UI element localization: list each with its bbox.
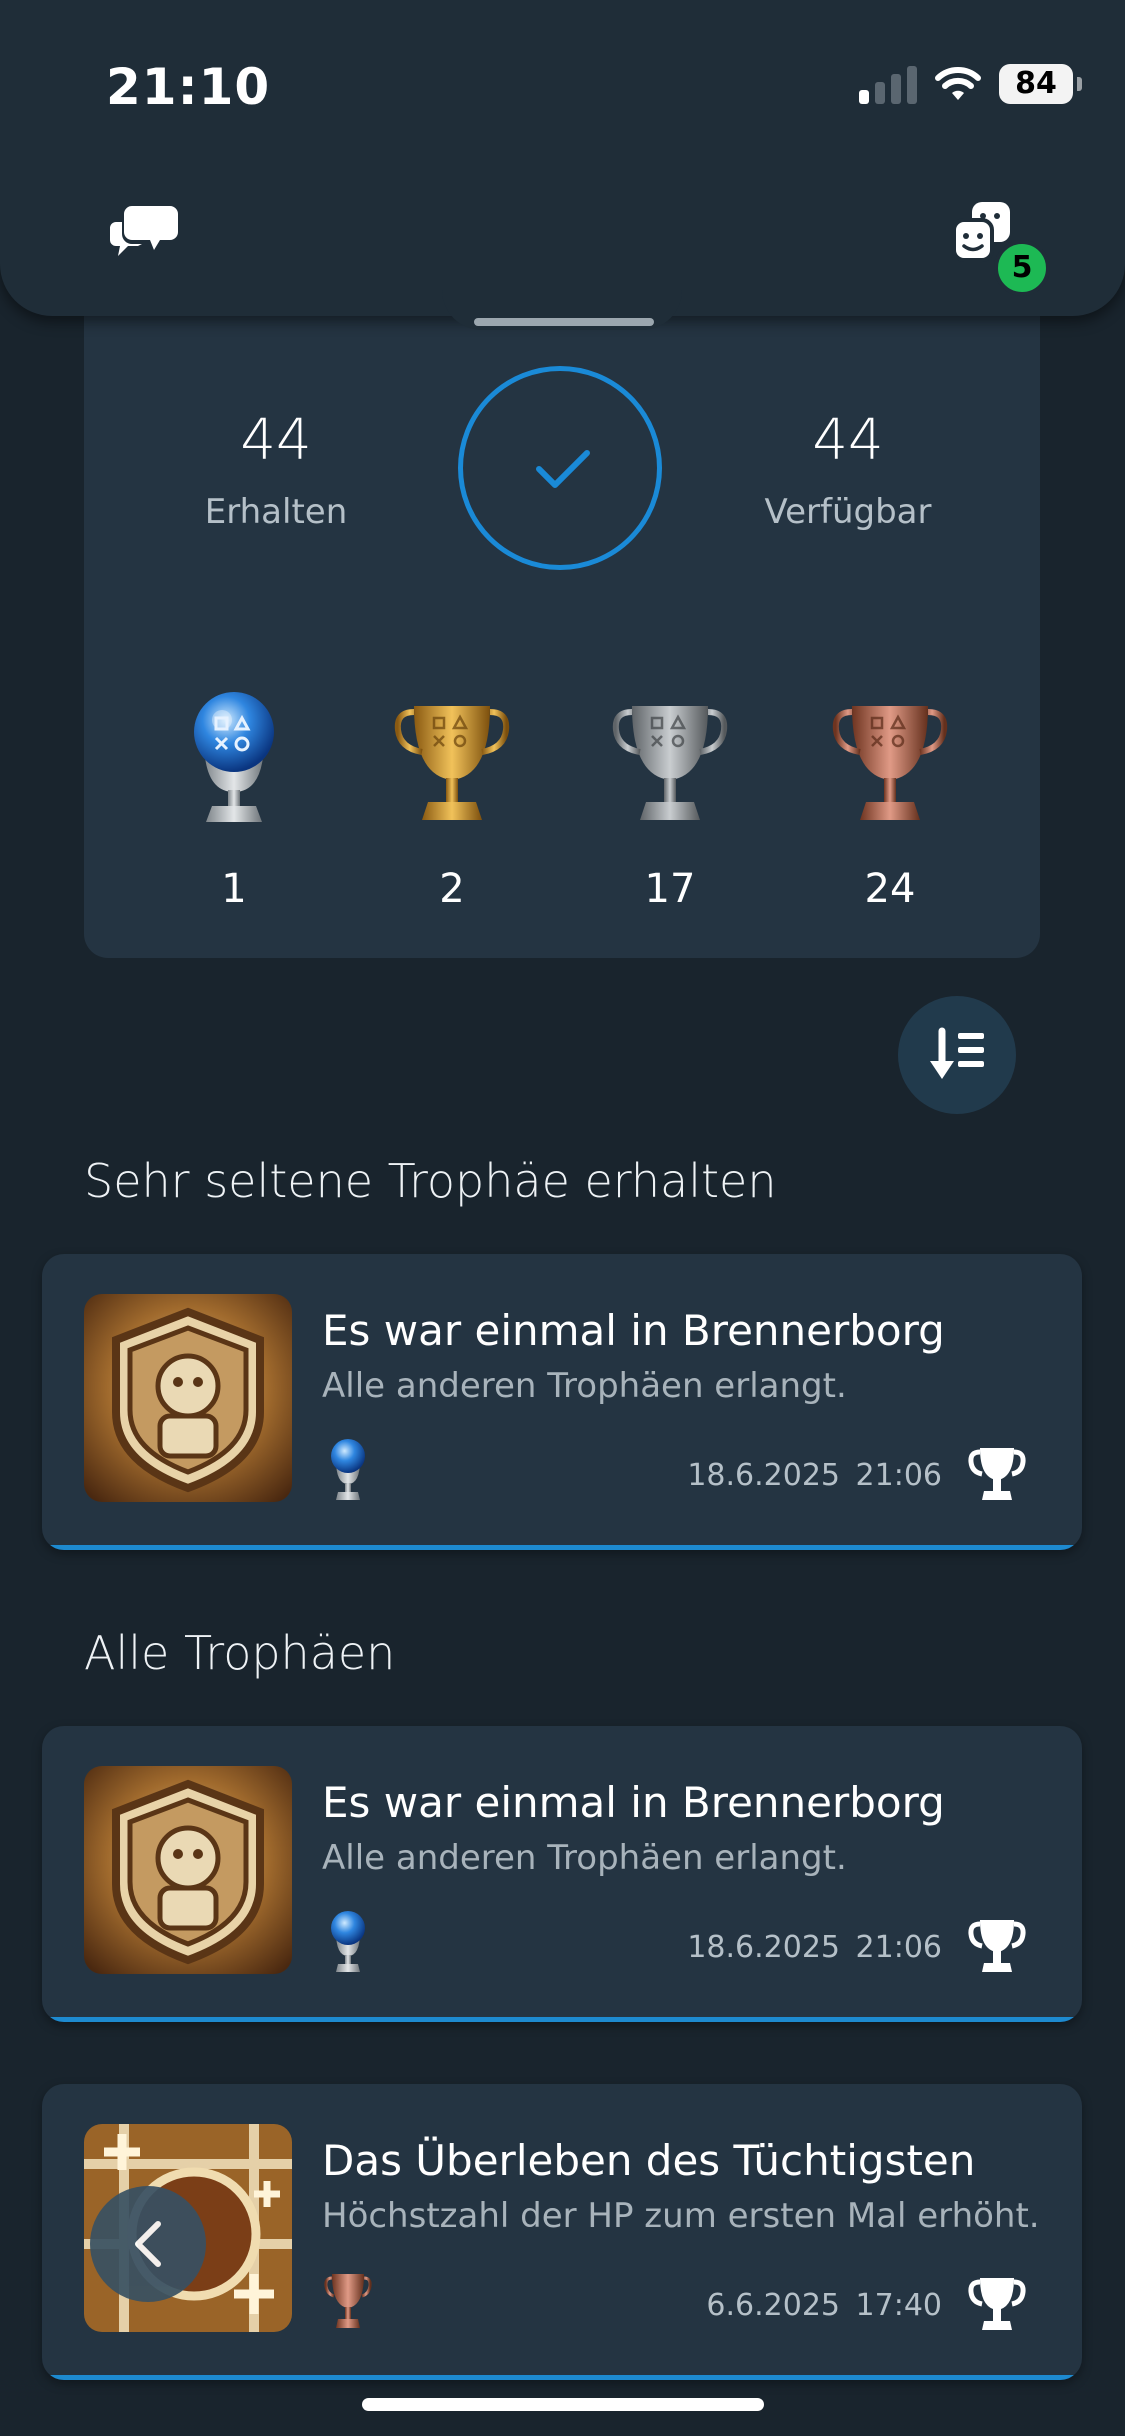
chevron-left-icon	[135, 2221, 161, 2267]
platinum-count: 1	[221, 866, 247, 912]
platinum-grade-icon	[331, 1911, 365, 1972]
chat-bubbles-icon[interactable]	[108, 200, 180, 260]
bronze-count: 24	[864, 866, 916, 912]
completion-ring	[458, 366, 662, 570]
checkmark-icon	[536, 450, 590, 488]
rare-trophy-section-title: Sehr seltene Trophäe erhalten	[84, 1154, 777, 1208]
available-label: Verfügbar	[764, 492, 932, 532]
available-count: 44	[812, 408, 884, 473]
earned-label: Erhalten	[204, 492, 348, 532]
sort-button[interactable]	[898, 996, 1016, 1114]
trophy-icon	[968, 1920, 1026, 1972]
platinum-grade-icon	[331, 1439, 365, 1500]
all-trophies-section-title: Alle Trophäen	[84, 1626, 396, 1680]
gold-trophy-icon	[394, 706, 510, 820]
trophy-description: Höchstzahl der HP zum ersten Mal erhöht.	[322, 2196, 1040, 2236]
trophy-title: Es war einmal in Brennerborg	[322, 1306, 945, 1355]
trophy-date: 18.6.2025 21:06	[687, 1458, 942, 1493]
status-time: 21:10	[106, 58, 271, 116]
drag-handle[interactable]	[474, 318, 654, 326]
back-button[interactable]	[90, 2186, 206, 2302]
wifi-icon	[935, 67, 981, 100]
trophy-title: Es war einmal in Brennerborg	[322, 1778, 945, 1827]
cellular-signal-icon	[859, 64, 917, 104]
trophy-artwork	[84, 1294, 292, 1502]
trophy-date: 18.6.2025 21:06	[687, 1930, 942, 1965]
bronze-trophy-icon	[832, 706, 948, 820]
bronze-grade-icon	[324, 2274, 372, 2328]
silver-trophy-icon	[612, 706, 728, 820]
trophy-list-item[interactable]: Es war einmal in Brennerborg Alle andere…	[42, 1726, 1082, 2022]
trophy-artwork	[84, 1766, 292, 1974]
earned-count: 44	[240, 408, 312, 473]
top-bar: 21:10 84	[0, 0, 1125, 316]
silver-count: 17	[644, 866, 696, 912]
sort-down-icon	[930, 1027, 984, 1079]
trophy-description: Alle anderen Trophäen erlangt.	[322, 1838, 847, 1878]
trophy-icon	[968, 1448, 1026, 1500]
trophy-description: Alle anderen Trophäen erlangt.	[322, 1366, 847, 1406]
status-icons: 84	[859, 64, 1082, 104]
home-indicator[interactable]	[362, 2398, 764, 2411]
trophy-date: 6.6.2025 17:40	[706, 2288, 942, 2323]
rare-trophy-card[interactable]: Es war einmal in Brennerborg Alle andere…	[42, 1254, 1082, 1550]
trophy-title: Das Überleben des Tüchtigsten	[322, 2136, 976, 2185]
gold-count: 2	[439, 866, 465, 912]
battery-indicator: 84	[999, 64, 1082, 104]
platinum-trophy-icon	[194, 692, 274, 822]
trophy-icon	[968, 2278, 1026, 2330]
friends-badge: 5	[994, 240, 1050, 296]
